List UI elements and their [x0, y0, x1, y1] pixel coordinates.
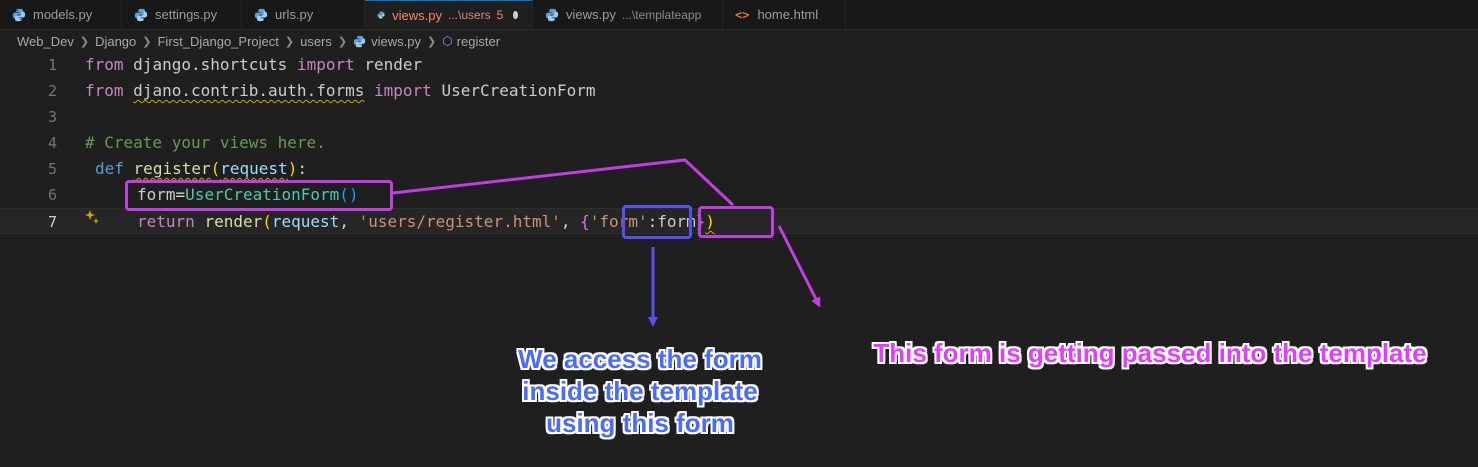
arrow-down-pink — [777, 225, 821, 308]
connector-line-form-to-value — [392, 158, 735, 207]
annotation-label-pink: This form is getting passed into the tem… — [873, 338, 1427, 368]
annotation-label-blue: We access the form inside the template u… — [518, 344, 762, 438]
